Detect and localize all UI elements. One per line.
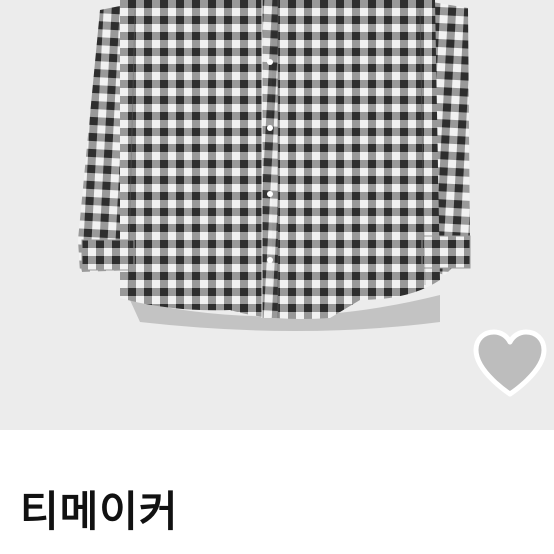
product-brand[interactable]: 티메이커	[20, 486, 179, 538]
product-image[interactable]	[0, 0, 554, 430]
wishlist-button[interactable]	[468, 326, 552, 402]
heart-icon	[473, 329, 547, 397]
product-card[interactable]: 티메이커	[0, 0, 554, 554]
